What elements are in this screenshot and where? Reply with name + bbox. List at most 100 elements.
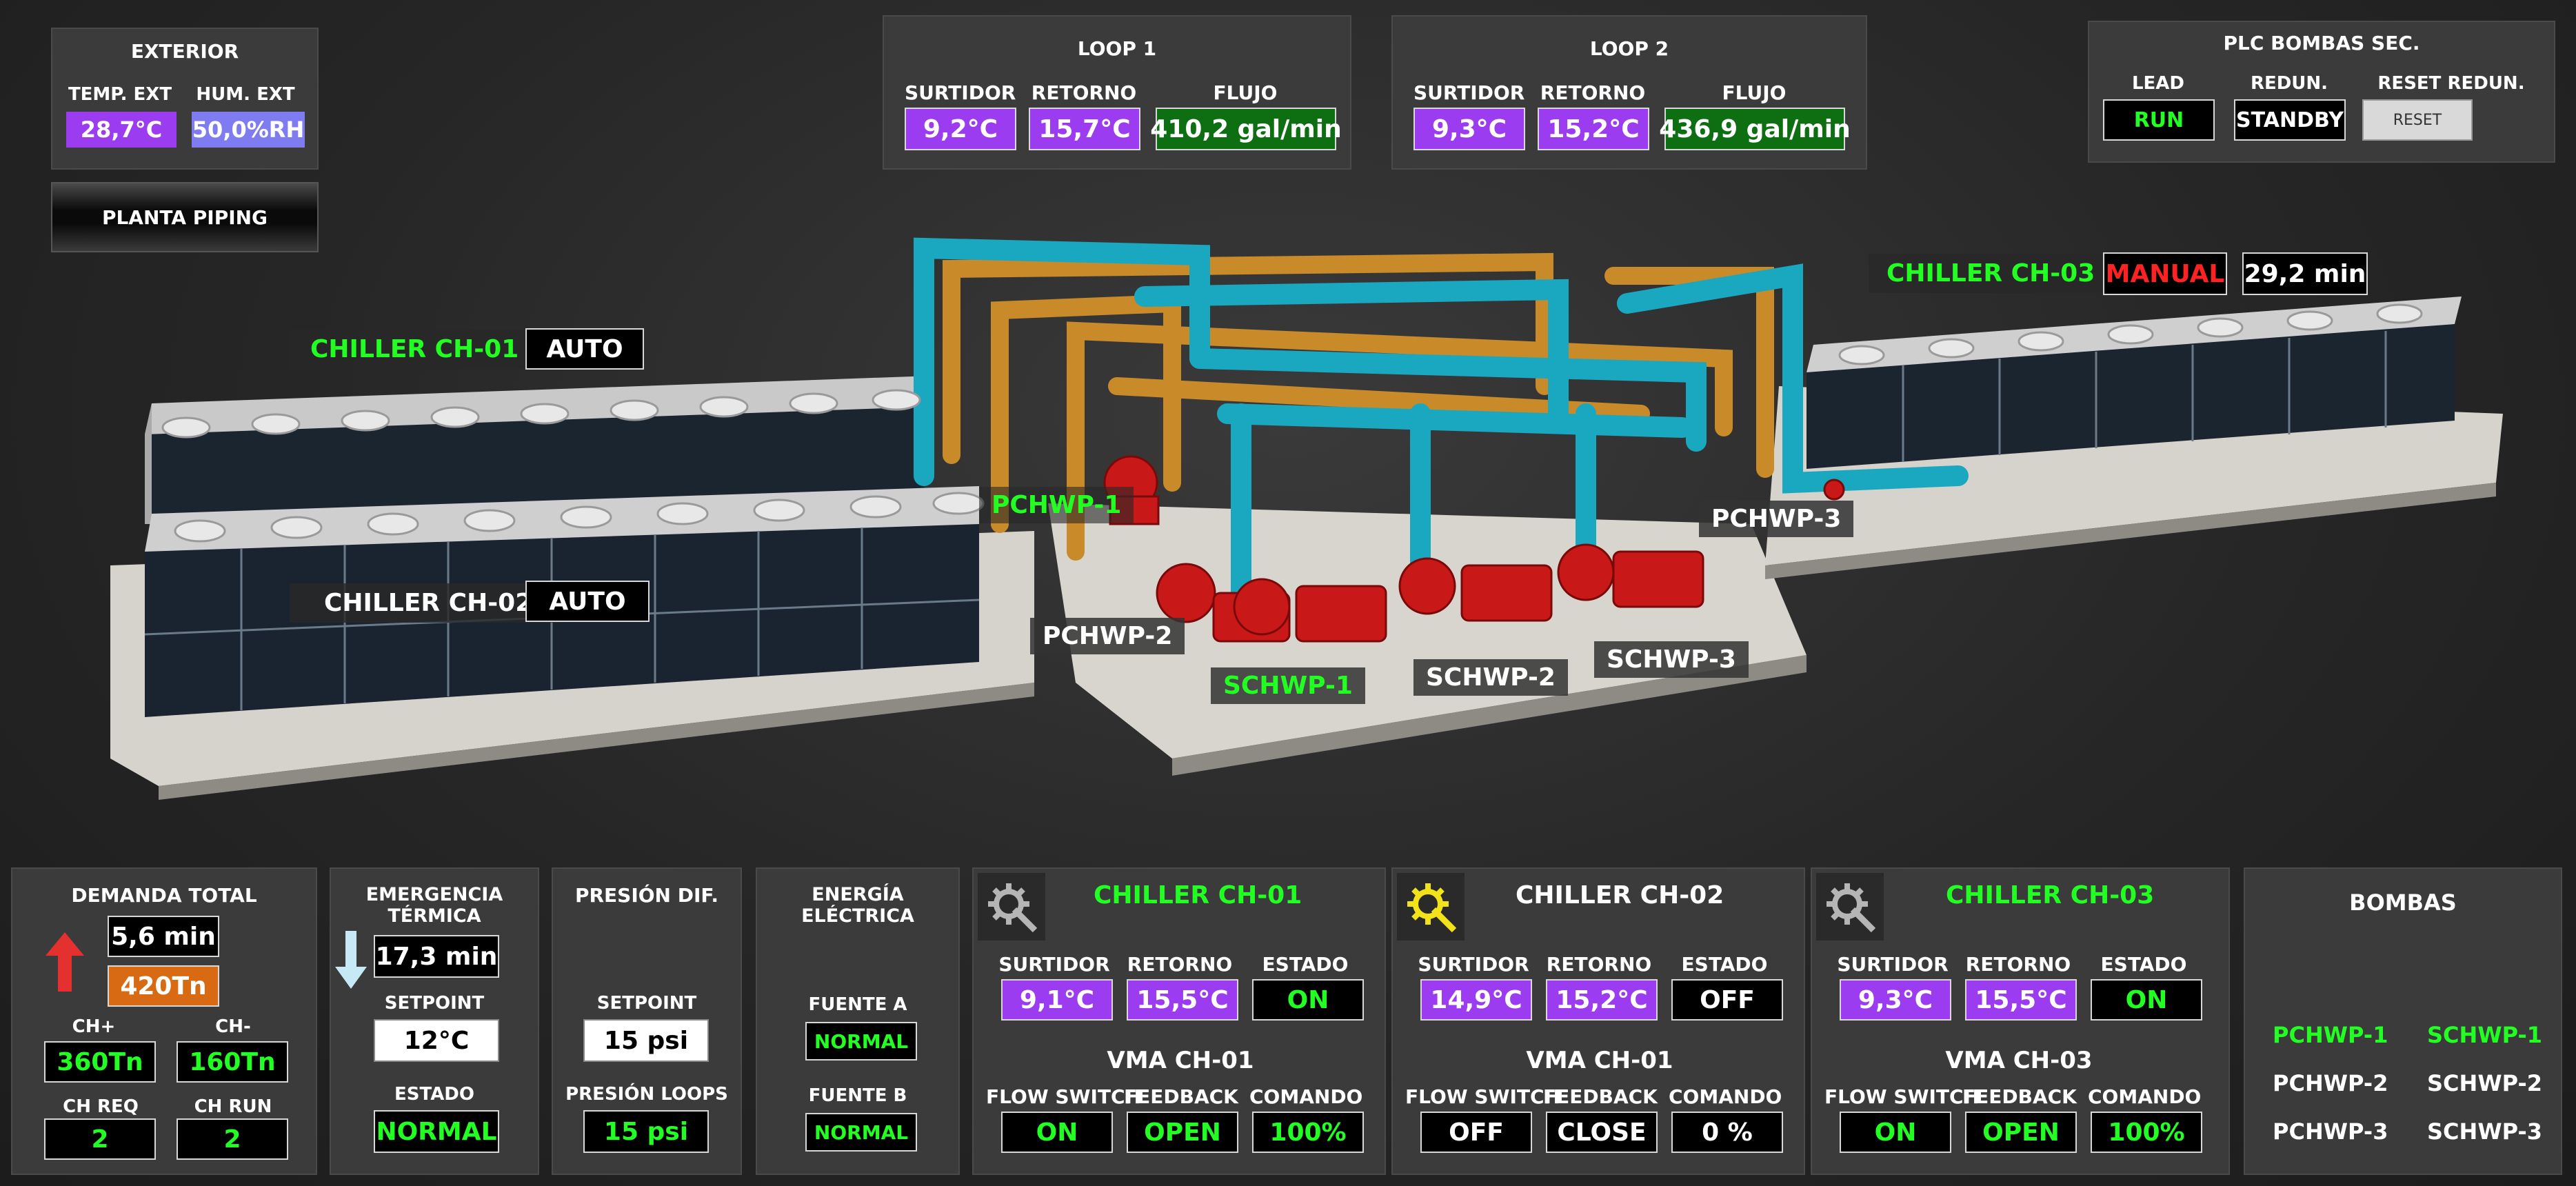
ch01-retorno-label: RETORNO [1127, 953, 1233, 976]
ch03-retorno-value: 15,5°C [1965, 979, 2077, 1021]
ch01-vma-title: VMA CH-01 [1107, 1047, 1254, 1074]
ch02-flow-value: OFF [1420, 1112, 1532, 1153]
ch02-flow-label: FLOW SWITCH [1405, 1085, 1560, 1108]
demanda-tons: 420Tn [108, 965, 219, 1007]
ch03-flow-label: FLOW SWITCH [1824, 1085, 1980, 1108]
pchwp3-label[interactable]: PCHWP-3 [1699, 501, 1854, 537]
chm-label: CH- [215, 1016, 251, 1037]
presion-setpoint-label: SETPOINT [596, 993, 697, 1014]
fuente-a-label: FUENTE A [808, 994, 907, 1015]
settings-gear-icon[interactable] [978, 873, 1045, 941]
ch03-panel-title: CHILLER CH-03 [1946, 881, 2155, 909]
ch03-comando-value: 100% [2091, 1112, 2202, 1153]
ch01-scene-label[interactable]: CHILLER CH-01 [290, 330, 540, 369]
ch01-comando-label: COMANDO [1249, 1085, 1363, 1108]
pchwp2-label[interactable]: PCHWP-2 [1030, 618, 1185, 654]
presion-loops: 15 psi [583, 1110, 709, 1153]
ch03-scene-label[interactable]: CHILLER CH-03 [1869, 254, 2113, 293]
bombas-schwp3[interactable]: SCHWP-3 [2427, 1118, 2542, 1145]
demanda-title: DEMANDA TOTAL [71, 884, 257, 907]
fuente-a-value: NORMAL [805, 1022, 917, 1061]
ch03-flow-value: ON [1840, 1112, 1951, 1153]
chreq-value: 2 [44, 1118, 156, 1160]
arrow-down-icon [335, 931, 367, 989]
bombas-pchwp1[interactable]: PCHWP-1 [2273, 1022, 2388, 1048]
fuente-b-label: FUENTE B [808, 1085, 907, 1106]
presion-setpoint[interactable]: 15 psi [583, 1019, 709, 1062]
ch01-feedback-value: OPEN [1127, 1112, 1238, 1153]
ch02-feedback-value: CLOSE [1546, 1112, 1658, 1153]
chiller-ch03-panel: CHILLER CH-03 SURTIDOR RETORNO ESTADO 9,… [1811, 867, 2230, 1175]
ch01-mode[interactable]: AUTO [525, 328, 644, 370]
ch03-comando-label: COMANDO [2088, 1085, 2202, 1108]
emergencia-estado: NORMAL [374, 1110, 499, 1153]
chp-label: CH+ [72, 1016, 116, 1037]
ch02-surtidor-value: 14,9°C [1420, 979, 1532, 1021]
fuente-b-value: NORMAL [805, 1113, 917, 1152]
bombas-title: BOMBAS [2349, 890, 2457, 916]
presion-title: PRESIÓN DIF. [574, 884, 719, 907]
chp-value: 360Tn [44, 1041, 156, 1083]
ch02-retorno-label: RETORNO [1546, 953, 1652, 976]
settings-gear-icon[interactable] [1397, 873, 1465, 941]
bombas-schwp2[interactable]: SCHWP-2 [2427, 1070, 2542, 1096]
schwp3-label[interactable]: SCHWP-3 [1594, 641, 1749, 678]
ch02-feedback-label: FEEDBACK [1543, 1085, 1658, 1108]
bombas-pchwp3[interactable]: PCHWP-3 [2273, 1118, 2388, 1145]
ch02-retorno-value: 15,2°C [1546, 979, 1658, 1021]
chrun-label: CH RUN [194, 1096, 272, 1117]
emergencia-setpoint[interactable]: 12°C [374, 1019, 499, 1062]
chm-value: 160Tn [177, 1041, 288, 1083]
chrun-value: 2 [177, 1118, 288, 1160]
energia-panel: ENERGÍA ELÉCTRICA FUENTE A NORMAL FUENTE… [756, 867, 960, 1175]
ch01-comando-value: 100% [1252, 1112, 1364, 1153]
ch03-mode[interactable]: MANUAL [2103, 252, 2227, 295]
presion-loops-label: PRESIÓN LOOPS [565, 1084, 728, 1105]
schwp2-label[interactable]: SCHWP-2 [1413, 659, 1568, 696]
ch01-estado-value: ON [1252, 979, 1364, 1021]
demanda-time: 5,6 min [108, 916, 219, 957]
ch03-feedback-value: OPEN [1965, 1112, 2077, 1153]
ch01-retorno-value: 15,5°C [1127, 979, 1238, 1021]
ch03-surtidor-value: 9,3°C [1840, 979, 1951, 1021]
ch01-feedback-label: FEEDBACK [1124, 1085, 1238, 1108]
emergencia-setpoint-label: SETPOINT [384, 993, 485, 1014]
ch01-flow-label: FLOW SWITCH [986, 1085, 1141, 1108]
ch02-mode[interactable]: AUTO [525, 581, 650, 622]
bombas-schwp1[interactable]: SCHWP-1 [2427, 1022, 2542, 1048]
energia-title: ENERGÍA ELÉCTRICA [801, 884, 914, 927]
ch03-surtidor-label: SURTIDOR [1837, 953, 1949, 976]
ch01-surtidor-label: SURTIDOR [998, 953, 1110, 976]
ch02-estado-label: ESTADO [1681, 953, 1768, 976]
schwp1-label[interactable]: SCHWP-1 [1211, 667, 1365, 704]
presion-panel: PRESIÓN DIF. SETPOINT 15 psi PRESIÓN LOO… [552, 867, 742, 1175]
ch03-estado-value: ON [2091, 979, 2202, 1021]
ch01-surtidor-value: 9,1°C [1001, 979, 1113, 1021]
bombas-pchwp2[interactable]: PCHWP-2 [2273, 1070, 2388, 1096]
ch03-estado-label: ESTADO [2100, 953, 2187, 976]
ch03-feedback-label: FEEDBACK [1962, 1085, 2077, 1108]
settings-gear-icon[interactable] [1816, 873, 1884, 941]
pchwp1-label[interactable]: PCHWP-1 [979, 487, 1134, 523]
ch02-estado-value: OFF [1671, 979, 1783, 1021]
arrow-up-icon [46, 932, 84, 992]
ch02-vma-title: VMA CH-01 [1526, 1047, 1673, 1074]
ch01-flow-value: ON [1001, 1112, 1113, 1153]
chiller-ch02-panel: CHILLER CH-02 SURTIDOR RETORNO ESTADO 14… [1391, 867, 1805, 1175]
ch03-retorno-label: RETORNO [1965, 953, 2071, 976]
ch02-panel-title: CHILLER CH-02 [1516, 881, 1724, 909]
ch01-panel-title: CHILLER CH-01 [1094, 881, 1302, 909]
chiller-ch01-panel: CHILLER CH-01 SURTIDOR RETORNO ESTADO 9,… [972, 867, 1386, 1175]
chreq-label: CH REQ [63, 1096, 139, 1117]
demanda-panel: DEMANDA TOTAL 5,6 min 420Tn CH+ CH- 360T… [11, 867, 317, 1175]
emergencia-title: EMERGENCIA TÉRMICA [365, 884, 503, 927]
emergencia-estado-label: ESTADO [394, 1084, 474, 1105]
emergencia-panel: EMERGENCIA TÉRMICA 17,3 min SETPOINT 12°… [330, 867, 539, 1175]
emergencia-time: 17,3 min [374, 935, 499, 978]
ch02-comando-value: 0 % [1671, 1112, 1783, 1153]
bombas-panel: BOMBAS PCHWP-1 PCHWP-2 PCHWP-3 SCHWP-1 S… [2244, 867, 2562, 1175]
ch02-comando-label: COMANDO [1669, 1085, 1782, 1108]
ch02-surtidor-label: SURTIDOR [1418, 953, 1529, 976]
ch03-vma-title: VMA CH-03 [1945, 1047, 2093, 1074]
ch03-timer: 29,2 min [2242, 252, 2368, 295]
